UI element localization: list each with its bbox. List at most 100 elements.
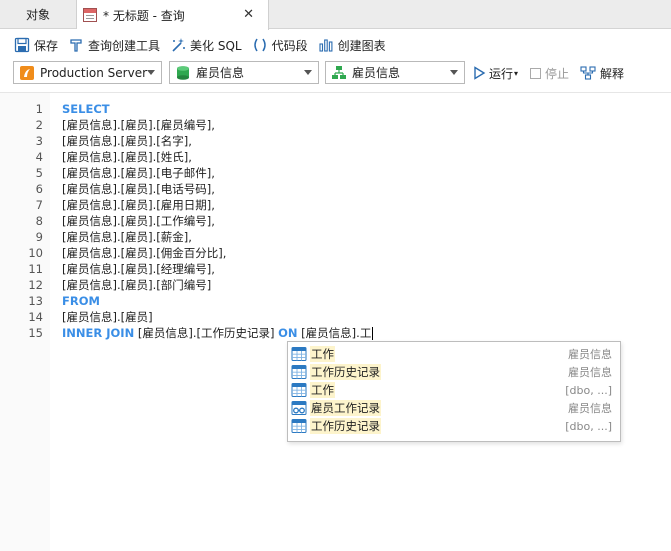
connection-select[interactable]: Production Server	[13, 61, 162, 84]
line-number: 3	[35, 134, 43, 148]
code-line[interactable]: 15 INNER JOIN [雇员信息].[工作历史记录] ON [雇员信息].…	[0, 325, 671, 341]
autocomplete-item[interactable]: 工作 [dbo, ...]	[288, 381, 620, 399]
line-number: 15	[28, 326, 43, 340]
explain-label: 解释	[600, 66, 625, 81]
autocomplete-item-name: 工作	[310, 382, 335, 398]
run-dropdown-icon[interactable]: ▾	[514, 69, 518, 78]
autocomplete-item[interactable]: 工作历史记录 [dbo, ...]	[288, 417, 620, 435]
autocomplete-item-source: [dbo, ...]	[565, 419, 612, 433]
typed-text: [雇员信息].工	[297, 326, 372, 340]
stop-label: 停止	[545, 66, 570, 81]
code-text: [雇员信息].[雇员].[姓氏],	[62, 150, 192, 164]
autocomplete-item-name: 工作历史记录	[310, 418, 381, 434]
create-chart-button[interactable]: 创建图表	[318, 34, 386, 56]
code-line[interactable]: 2 [雇员信息].[雇员].[雇员编号],	[0, 117, 671, 133]
line-number: 11	[28, 262, 43, 276]
line-number: 9	[35, 230, 43, 244]
server-icon	[20, 65, 34, 80]
beautify-sql-label: 美化 SQL	[190, 38, 242, 53]
code-line[interactable]: 4 [雇员信息].[雇员].[姓氏],	[0, 149, 671, 165]
table-icon	[291, 418, 307, 434]
tab-objects-label: 对象	[25, 8, 50, 22]
create-chart-label: 创建图表	[337, 38, 386, 53]
autocomplete-item-source: [dbo, ...]	[565, 383, 612, 397]
schema-value: 雇员信息	[352, 66, 401, 80]
table-icon	[291, 346, 307, 362]
code-line[interactable]: 12 [雇员信息].[雇员].[部门编号]	[0, 277, 671, 293]
tab-objects[interactable]: 对象	[0, 0, 77, 29]
code-line[interactable]: 9 [雇员信息].[雇员].[薪金],	[0, 229, 671, 245]
close-icon[interactable]: ✕	[243, 7, 254, 22]
chevron-down-icon	[450, 70, 458, 75]
line-number: 10	[28, 246, 43, 260]
tab-query-label: * 无标题 - 查询	[103, 8, 185, 23]
line-number: 13	[28, 294, 43, 308]
join-table-text: [雇员信息].[工作历史记录]	[134, 326, 279, 340]
explain-icon	[580, 66, 596, 80]
line-number: 8	[35, 214, 43, 228]
text-cursor	[372, 327, 374, 340]
code-line[interactable]: 13 FROM	[0, 293, 671, 309]
save-label: 保存	[34, 38, 59, 53]
stop-icon	[530, 67, 541, 79]
autocomplete-item-name: 工作历史记录	[310, 364, 381, 380]
line-number: 12	[28, 278, 43, 292]
query-table-icon	[83, 8, 97, 22]
line-number: 14	[28, 310, 43, 324]
explain-button[interactable]: 解释	[580, 62, 624, 84]
code-line[interactable]: 14 [雇员信息].[雇员]	[0, 309, 671, 325]
code-snippet-label: 代码段	[271, 38, 308, 53]
tab-query[interactable]: * 无标题 - 查询 ✕	[77, 0, 269, 30]
run-label: 运行	[489, 66, 514, 81]
autocomplete-item-name: 工作	[310, 346, 335, 362]
chevron-down-icon	[304, 70, 312, 75]
chevron-down-icon	[147, 70, 155, 75]
database-select[interactable]: 雇员信息	[169, 61, 319, 84]
tab-bar: 对象 * 无标题 - 查询 ✕	[0, 0, 671, 30]
database-icon	[177, 65, 189, 80]
query-builder-icon	[70, 39, 82, 52]
autocomplete-item-source: 雇员信息	[568, 402, 612, 415]
query-builder-button[interactable]: 查询创建工具	[68, 34, 160, 56]
save-button[interactable]: 保存	[14, 34, 58, 56]
autocomplete-popup: 工作 雇员信息 工作历史记录 雇员信息 工作 [dbo, ...] 雇员工作记录 雇员信息 工作…	[287, 341, 621, 442]
connection-toolbar: Production Server 雇员信息 雇员信息 运行 ▾ 停止 解释	[0, 60, 671, 86]
beautify-sql-button[interactable]: 美化 SQL	[170, 34, 242, 56]
code-snippet-icon	[253, 38, 266, 52]
main-toolbar: 保存 查询创建工具 美化 SQL 代码段 创建图表	[0, 30, 671, 60]
code-line[interactable]: 6 [雇员信息].[雇员].[电话号码],	[0, 181, 671, 197]
keyword-inner-join: INNER JOIN	[62, 326, 135, 340]
stop-button[interactable]: 停止	[530, 62, 569, 84]
code-line[interactable]: 7 [雇员信息].[雇员].[雇用日期],	[0, 197, 671, 213]
code-text: [雇员信息].[雇员].[名字],	[62, 134, 192, 148]
code-line[interactable]: 3 [雇员信息].[雇员].[名字],	[0, 133, 671, 149]
connection-value: Production Server	[40, 65, 148, 80]
code-line[interactable]: 1 SELECT	[0, 101, 671, 117]
code-snippet-button[interactable]: 代码段	[252, 34, 308, 56]
code-text: [雇员信息].[雇员].[雇员编号],	[62, 118, 215, 132]
autocomplete-item[interactable]: 工作 雇员信息	[288, 345, 620, 363]
sql-keyword: FROM	[62, 294, 100, 308]
sql-keyword: SELECT	[62, 102, 110, 116]
line-number: 1	[35, 102, 43, 116]
code-line[interactable]: 11 [雇员信息].[雇员].[经理编号],	[0, 261, 671, 277]
play-icon	[474, 66, 486, 80]
code-text: [雇员信息].[雇员].[佣金百分比],	[62, 246, 227, 260]
autocomplete-item[interactable]: 工作历史记录 雇员信息	[288, 363, 620, 381]
schema-icon	[332, 65, 346, 79]
autocomplete-item-source: 雇员信息	[568, 348, 612, 361]
code-text: [雇员信息].[雇员].[薪金],	[62, 230, 192, 244]
schema-select[interactable]: 雇员信息	[325, 61, 465, 84]
run-button[interactable]: 运行 ▾	[472, 62, 518, 84]
line-number: 2	[35, 118, 43, 132]
code-text: [雇员信息].[雇员].[工作编号],	[62, 214, 215, 228]
line-number: 6	[35, 182, 43, 196]
table-icon	[291, 382, 307, 398]
save-icon	[14, 37, 30, 53]
autocomplete-item[interactable]: 雇员工作记录 雇员信息	[288, 399, 620, 417]
code-line[interactable]: 10 [雇员信息].[雇员].[佣金百分比],	[0, 245, 671, 261]
code-line[interactable]: 5 [雇员信息].[雇员].[电子邮件],	[0, 165, 671, 181]
sql-editor[interactable]: 1 SELECT 2 [雇员信息].[雇员].[雇员编号], 3 [雇员信息].[雇员].…	[0, 92, 671, 551]
code-line[interactable]: 8 [雇员信息].[雇员].[工作编号],	[0, 213, 671, 229]
line-number: 5	[35, 166, 43, 180]
